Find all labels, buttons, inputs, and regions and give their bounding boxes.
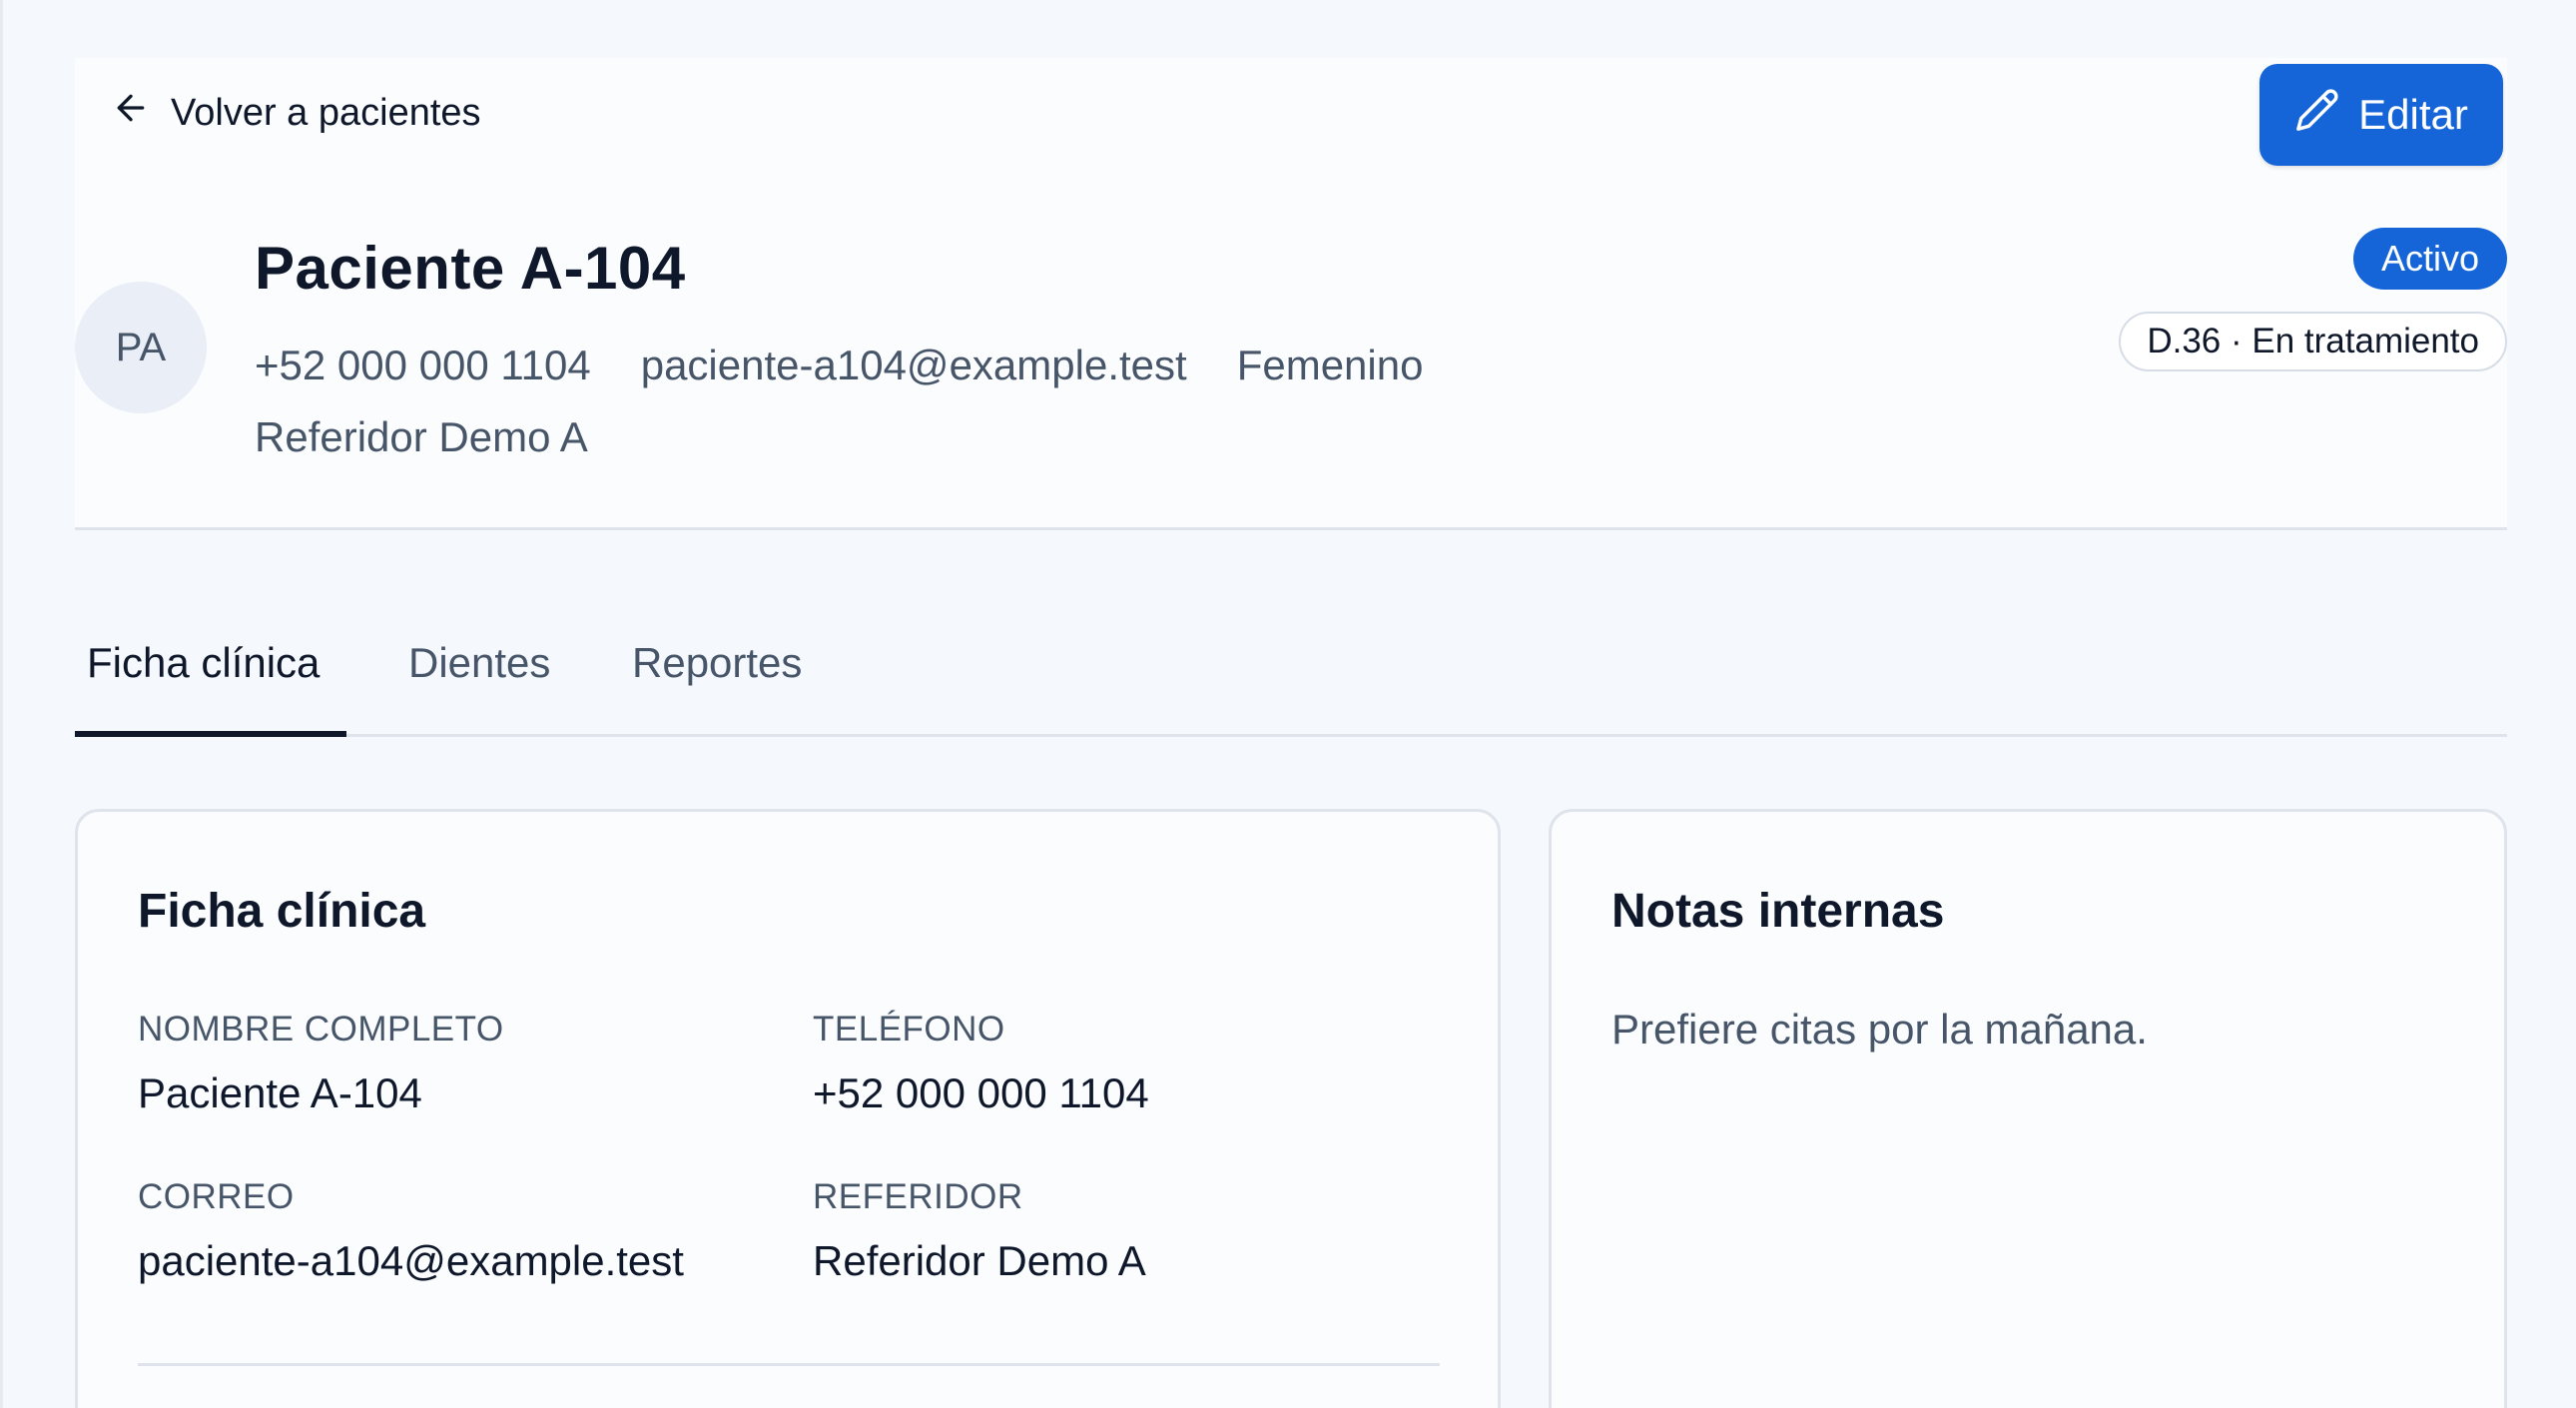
- back-link-label: Volver a pacientes: [171, 91, 481, 134]
- patient-email: paciente-a104@example.test: [640, 342, 1187, 388]
- field-value-referrer: Referidor Demo A: [813, 1237, 1146, 1284]
- notes-text: Prefiere citas por la mañana.: [1611, 1006, 2148, 1053]
- arrow-left-icon: [111, 88, 151, 138]
- patient-meta: +52 000 000 1104 paciente-a104@example.t…: [255, 342, 1423, 389]
- field-value-email: paciente-a104@example.test: [138, 1237, 684, 1284]
- back-to-patients-link[interactable]: Volver a pacientes: [111, 88, 481, 138]
- card-title: Notas internas: [1611, 885, 1945, 938]
- pencil-icon: [2294, 87, 2340, 143]
- patient-referrer: Referidor Demo A: [255, 413, 588, 460]
- field-label-email: CORREO: [138, 1177, 295, 1216]
- patient-header: Volver a pacientes Editar PA Paciente A-…: [75, 58, 2507, 527]
- tab-dientes[interactable]: Dientes: [408, 625, 550, 737]
- edit-button-label: Editar: [2358, 91, 2468, 138]
- treatment-badge: D.36 · En tratamiento: [2119, 312, 2507, 371]
- tab-reportes[interactable]: Reportes: [632, 625, 802, 737]
- active-tab-indicator: [75, 731, 346, 737]
- page-title: Paciente A-104: [255, 235, 686, 302]
- patient-detail-page: Volver a pacientes Editar PA Paciente A-…: [0, 0, 2576, 1408]
- edit-button[interactable]: Editar: [2259, 64, 2503, 166]
- header-divider: [75, 527, 2507, 530]
- tab-bar: Ficha clínica Dientes Reportes: [75, 625, 2507, 737]
- field-value-phone: +52 000 000 1104: [813, 1069, 1149, 1116]
- field-value-full-name: Paciente A-104: [138, 1069, 422, 1116]
- card-title: Ficha clínica: [138, 885, 426, 938]
- field-label-phone: TELÉFONO: [813, 1010, 1005, 1049]
- tab-ficha-clinica[interactable]: Ficha clínica: [87, 625, 320, 737]
- clinical-record-card: Ficha clínica NOMBRE COMPLETO Paciente A…: [75, 809, 1501, 1408]
- patient-gender: Femenino: [1236, 342, 1424, 388]
- patient-phone: +52 000 000 1104: [255, 342, 591, 388]
- internal-notes-card: Notas internas Prefiere citas por la mañ…: [1549, 809, 2507, 1408]
- status-badge: Activo: [2352, 228, 2507, 290]
- field-label-full-name: NOMBRE COMPLETO: [138, 1010, 504, 1049]
- avatar: PA: [75, 282, 207, 413]
- card-divider: [138, 1363, 1440, 1366]
- field-label-referrer: REFERIDOR: [813, 1177, 1023, 1216]
